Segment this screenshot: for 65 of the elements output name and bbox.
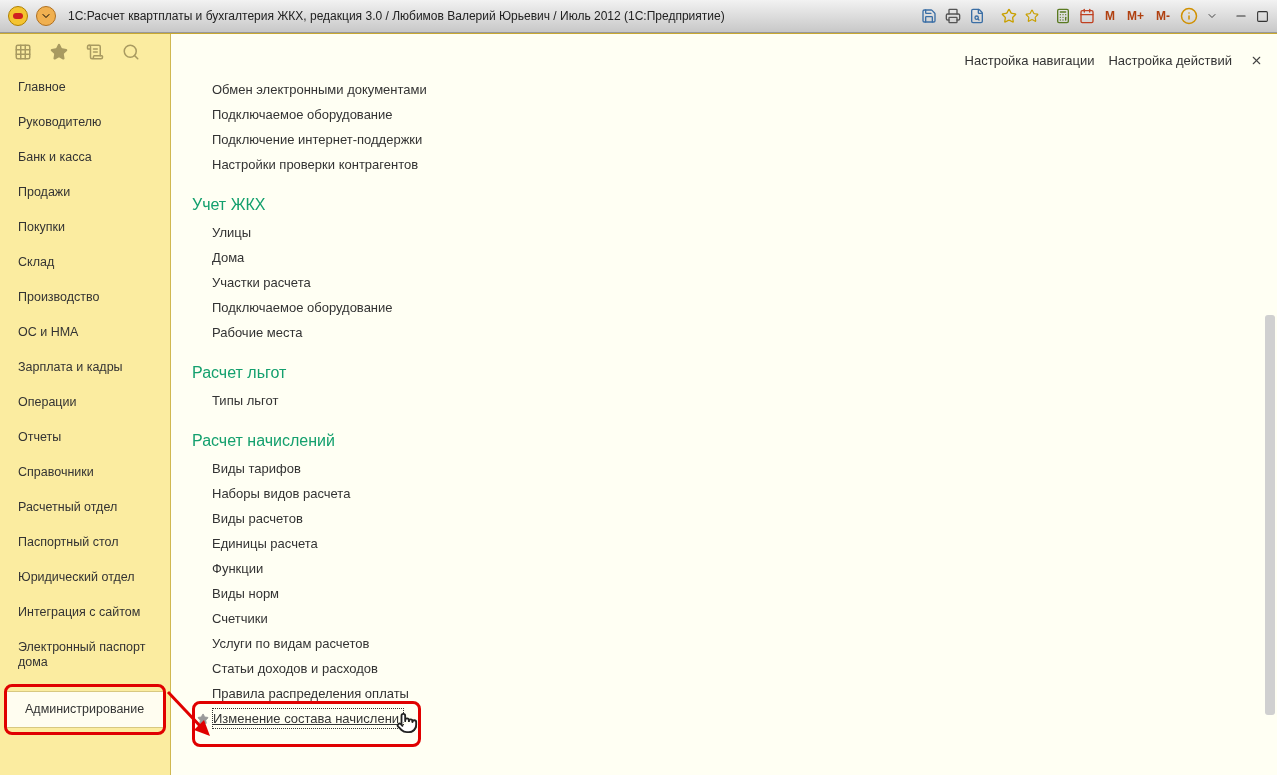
grid-icon[interactable] [14, 43, 32, 61]
sidebar-item[interactable]: Банк и касса [0, 140, 170, 175]
nav-link[interactable]: Обмен электронными документами [212, 79, 427, 100]
print-icon[interactable] [945, 8, 961, 24]
menu-icon[interactable] [36, 6, 56, 26]
nav-link[interactable]: Подключаемое оборудование [212, 297, 393, 318]
calculator-icon[interactable] [1055, 8, 1071, 24]
favorite-star-icon[interactable] [197, 712, 209, 725]
section-title: Учет ЖКХ [192, 194, 267, 215]
sidebar-item[interactable]: Руководителю [0, 105, 170, 140]
nav-link[interactable]: Счетчики [212, 608, 268, 629]
memory-button[interactable]: M- [1154, 7, 1172, 25]
maximize-icon[interactable] [1256, 9, 1269, 23]
memory-button[interactable]: M [1103, 7, 1117, 25]
search-icon[interactable] [122, 43, 140, 61]
window-title: 1С:Расчет квартплаты и бухгалтерия ЖКХ, редакция 3.0 / Любимов Валерий Юрьевич / Июль 2012 (1С:Предприятие) [68, 8, 725, 25]
sidebar-item[interactable]: Производство [0, 280, 170, 315]
section-title: Расчет льгот [192, 362, 288, 383]
info-icon[interactable] [1180, 7, 1198, 25]
settings-link[interactable]: Настройка навигации [964, 50, 1095, 71]
sidebar-item[interactable]: Зарплата и кадры [0, 350, 170, 385]
sidebar-item[interactable]: Склад [0, 245, 170, 280]
nav-link[interactable]: Типы льгот [212, 390, 279, 411]
nav-link[interactable]: Единицы расчета [212, 533, 318, 554]
sidebar-item[interactable]: Юридический отдел [0, 560, 170, 595]
star-icon[interactable] [1001, 8, 1017, 24]
nav-link[interactable]: Услуги по видам расчетов [212, 633, 370, 654]
nav-link[interactable]: Виды норм [212, 583, 280, 604]
star-icon[interactable] [1025, 9, 1039, 23]
hand-cursor-icon [396, 712, 418, 734]
sidebar-item[interactable]: Операции [0, 385, 170, 420]
sidebar-item[interactable]: Паспортный стол [0, 525, 170, 560]
save-icon[interactable] [921, 8, 937, 24]
sidebar-item[interactable]: Продажи [0, 175, 170, 210]
sidebar-item[interactable]: Главное [0, 70, 170, 105]
nav-link[interactable]: Подключение интернет-поддержки [212, 129, 423, 150]
nav-link[interactable]: Дома [212, 247, 245, 268]
calendar-icon[interactable] [1079, 8, 1095, 24]
sidebar-item[interactable]: Интеграция с сайтом [0, 595, 170, 630]
sidebar-item[interactable]: Расчетный отдел [0, 490, 170, 525]
settings-link[interactable]: Настройка действий [1108, 50, 1232, 71]
app-logo-icon [8, 6, 28, 26]
nav-link[interactable]: Виды тарифов [212, 458, 301, 479]
sidebar-item[interactable]: Покупки [0, 210, 170, 245]
section-title: Расчет начислений [192, 430, 336, 451]
nav-link[interactable]: Наборы видов расчета [212, 483, 351, 504]
sidebar-item[interactable]: Отчеты [0, 420, 170, 455]
nav-link[interactable]: Подключаемое оборудование [212, 104, 393, 125]
nav-link[interactable]: Рабочие места [212, 322, 303, 343]
sidebar-item[interactable]: ОС и НМА [0, 315, 170, 350]
sidebar-item[interactable]: Электронный паспорт дома [0, 630, 170, 680]
preview-icon[interactable] [969, 8, 985, 24]
sidebar-item[interactable]: Справочники [0, 455, 170, 490]
nav-link[interactable]: Настройки проверки контрагентов [212, 154, 419, 175]
nav-link[interactable]: Правила распределения оплаты [212, 683, 409, 704]
star-icon[interactable] [50, 43, 68, 61]
sidebar-item[interactable]: Администрирование [7, 691, 163, 728]
history-icon[interactable] [86, 43, 104, 61]
close-icon[interactable] [1250, 54, 1263, 67]
nav-link[interactable]: Статьи доходов и расходов [212, 658, 378, 679]
memory-button[interactable]: M+ [1125, 7, 1146, 25]
nav-link[interactable]: Функции [212, 558, 264, 579]
nav-link[interactable]: Участки расчета [212, 272, 311, 293]
nav-link[interactable]: Виды расчетов [212, 508, 303, 529]
nav-link[interactable]: Улицы [212, 222, 252, 243]
